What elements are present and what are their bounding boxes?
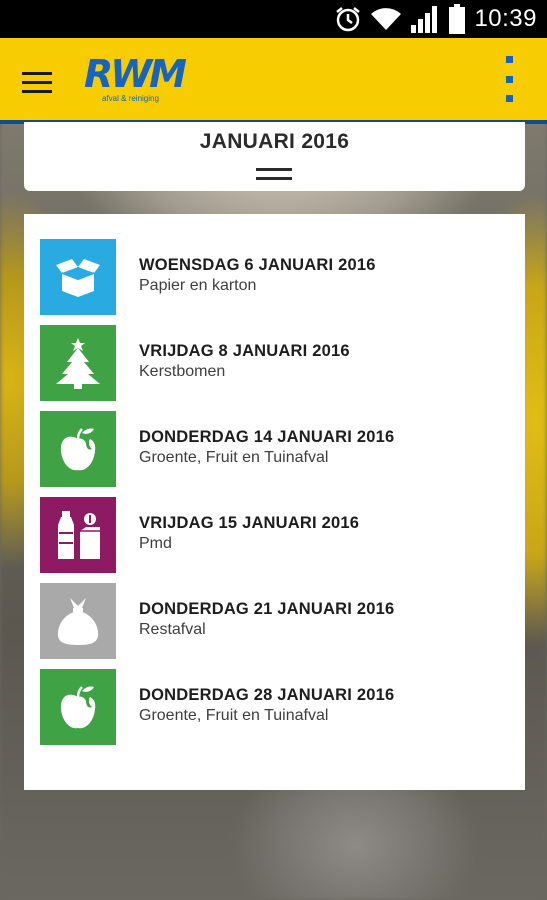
list-item[interactable]: DONDERDAG 14 JANUARI 2016 Groente, Fruit… <box>40 411 510 487</box>
month-title: JANUARI 2016 <box>199 130 350 153</box>
wifi-icon <box>371 8 402 31</box>
list-item[interactable]: DONDERDAG 21 JANUARI 2016 Restafval <box>40 583 510 659</box>
month-header: JANUARI 2016 <box>24 122 525 191</box>
status-icons: 10:39 <box>334 4 537 34</box>
pickup-type: Kerstbomen <box>139 363 226 380</box>
list-item[interactable]: DONDERDAG 28 JANUARI 2016 Groente, Fruit… <box>40 669 510 745</box>
rwm-logo: RWM afval & reiniging <box>84 52 204 106</box>
apple-icon <box>40 669 116 745</box>
app-bar: RWM afval & reiniging <box>0 38 547 124</box>
pickup-date: DONDERDAG 28 JANUARI 2016 <box>139 686 395 704</box>
pickup-date: DONDERDAG 21 JANUARI 2016 <box>139 600 395 618</box>
pickup-type: Pmd <box>139 535 172 552</box>
christmas-tree-icon <box>40 325 116 401</box>
battery-icon <box>449 4 466 34</box>
hamburger-menu-icon[interactable] <box>22 62 62 102</box>
pickup-date: VRIJDAG 15 JANUARI 2016 <box>139 514 360 532</box>
list-item[interactable]: WOENSDAG 6 JANUARI 2016 Papier en karton <box>40 239 510 315</box>
signal-icon <box>411 6 438 33</box>
garbage-bag-icon <box>40 583 116 659</box>
bottle-and-carton-icon <box>40 497 116 573</box>
pickup-type: Restafval <box>139 621 206 638</box>
pickup-date: DONDERDAG 14 JANUARI 2016 <box>139 428 395 446</box>
logo-text: RWM <box>84 52 187 96</box>
pickup-date: WOENSDAG 6 JANUARI 2016 <box>139 256 376 274</box>
pickup-list: WOENSDAG 6 JANUARI 2016 Papier en karton… <box>24 214 525 790</box>
list-item[interactable]: VRIJDAG 8 JANUARI 2016 Kerstbomen <box>40 325 510 401</box>
expand-handle-icon[interactable] <box>256 168 292 180</box>
pickup-type: Papier en karton <box>139 277 257 294</box>
open-box-icon <box>40 239 116 315</box>
list-item[interactable]: VRIJDAG 15 JANUARI 2016 Pmd <box>40 497 510 573</box>
pickup-type: Groente, Fruit en Tuinafval <box>139 707 329 724</box>
overflow-menu-icon[interactable] <box>499 56 519 102</box>
pickup-type: Groente, Fruit en Tuinafval <box>139 449 329 466</box>
apple-icon <box>40 411 116 487</box>
pickup-date: VRIJDAG 8 JANUARI 2016 <box>139 342 350 360</box>
logo-subtitle: afval & reiniging <box>102 94 159 103</box>
status-bar: 10:39 <box>0 0 547 38</box>
alarm-icon <box>336 7 361 32</box>
status-time: 10:39 <box>474 5 537 32</box>
